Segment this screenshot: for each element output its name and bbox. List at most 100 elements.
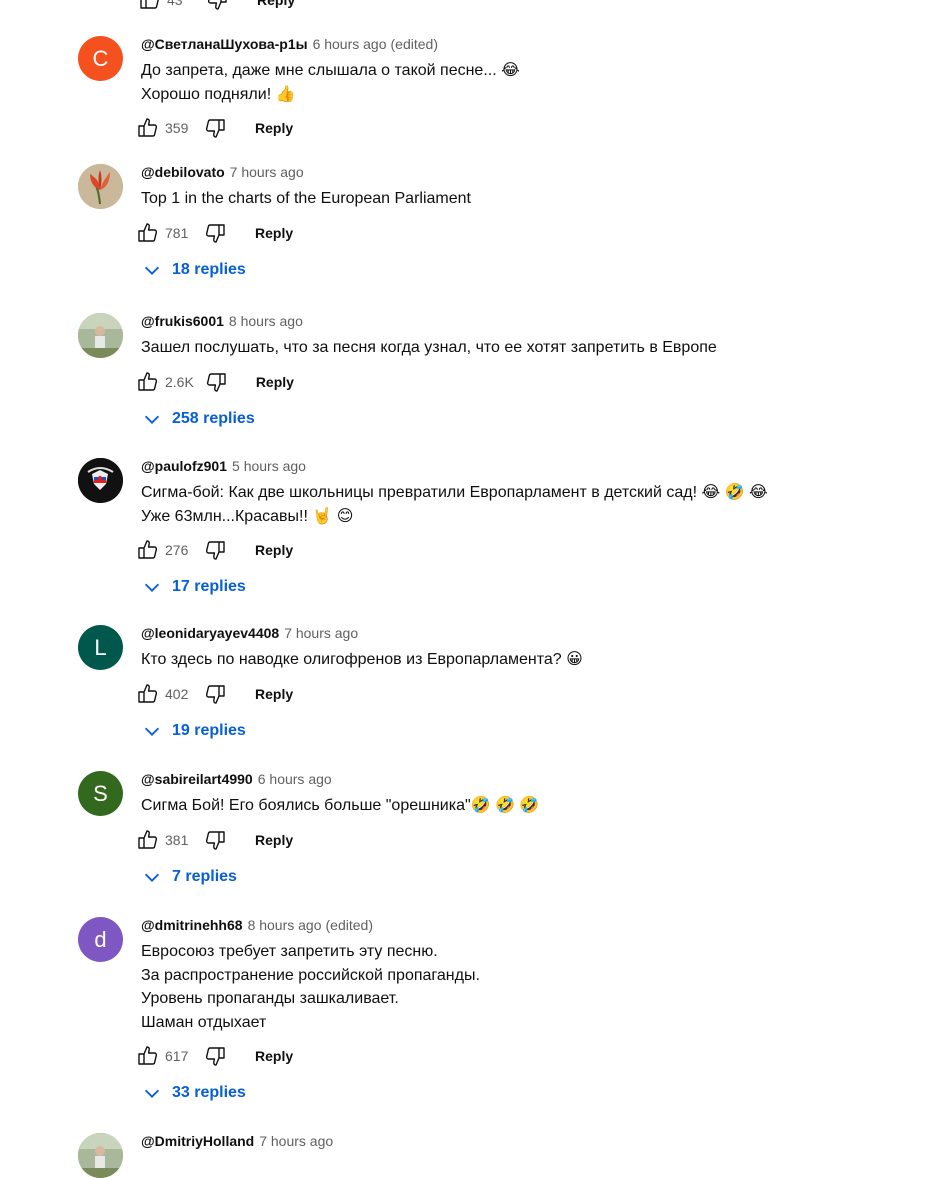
- avatar[interactable]: [78, 458, 123, 503]
- view-replies-button[interactable]: 7 replies: [141, 863, 908, 891]
- like-icon[interactable]: [138, 0, 162, 12]
- like-count: 359: [165, 120, 189, 136]
- dislike-icon[interactable]: [203, 221, 227, 245]
- comment-author[interactable]: @paulofz901: [141, 458, 227, 474]
- comment-actions: 381 Reply: [136, 828, 908, 852]
- comment-actions: 2.6K Reply: [136, 370, 908, 394]
- comment-text-line: Сигма-бой: Как две школьницы превратили …: [141, 484, 768, 501]
- replies-count: 17 replies: [172, 578, 246, 595]
- comment-timestamp[interactable]: 7 hours ago: [230, 164, 304, 180]
- reply-button[interactable]: Reply: [255, 120, 293, 136]
- comment-timestamp[interactable]: 7 hours ago: [284, 625, 358, 641]
- comment-timestamp[interactable]: 6 hours ago: [313, 36, 387, 52]
- replies-count: 18 replies: [172, 260, 246, 278]
- avatar[interactable]: [78, 164, 123, 209]
- replies-count: 7 replies: [172, 867, 237, 885]
- dislike-icon[interactable]: [203, 1044, 227, 1068]
- avatar[interactable]: [78, 313, 123, 358]
- comment-author[interactable]: @DmitriyHolland: [141, 1133, 254, 1149]
- like-count: 781: [165, 224, 189, 241]
- like-icon[interactable]: [136, 828, 160, 852]
- like-icon[interactable]: [136, 116, 160, 140]
- replies-count: 258 replies: [172, 409, 255, 427]
- view-replies-button[interactable]: 17 replies: [141, 573, 908, 601]
- chevron-down-icon: [141, 720, 163, 742]
- like-icon[interactable]: [136, 1044, 160, 1068]
- reply-button[interactable]: Reply: [255, 1048, 293, 1064]
- comment-text-line: За распространение российской пропаганды…: [141, 966, 480, 984]
- dislike-icon[interactable]: [203, 682, 227, 706]
- reply-button[interactable]: Reply: [255, 542, 293, 558]
- replies-count: 19 replies: [172, 721, 246, 739]
- replies-count: 33 replies: [172, 1084, 246, 1101]
- comment-text-line: Уже 63млн...Красавы!! 🤘 😊: [141, 507, 354, 525]
- comment-timestamp[interactable]: 5 hours ago: [232, 458, 306, 474]
- view-replies-button[interactable]: 19 replies: [141, 717, 908, 745]
- dislike-icon[interactable]: [203, 538, 227, 562]
- comment-timestamp[interactable]: 6 hours ago: [258, 771, 332, 787]
- comment-text-line: Евросоюз требует запретить эту песню.: [141, 943, 438, 960]
- avatar[interactable]: L: [78, 625, 123, 670]
- comment-text: Сигма-бой: Как две школьницы превратили …: [141, 481, 908, 528]
- chevron-down-icon: [141, 408, 163, 430]
- view-replies-button[interactable]: 258 replies: [141, 405, 908, 433]
- like-count: 276: [165, 542, 189, 558]
- like-count: 402: [165, 685, 189, 702]
- reply-button[interactable]: Reply: [257, 0, 295, 8]
- comment-text-line: Сигма Бой! Его боялись больше "орешника"…: [141, 797, 540, 814]
- comment-timestamp[interactable]: 8 hours ago: [229, 313, 303, 329]
- comment-text-line: Зашел послушать, что за песня когда узна…: [141, 339, 717, 356]
- reply-button[interactable]: Reply: [256, 374, 294, 390]
- comment-text-line: Хорошо подняли! 👍: [141, 85, 296, 103]
- comment-text: Сигма Бой! Его боялись больше "орешника"…: [141, 794, 908, 818]
- comment-author[interactable]: @leonidaryayev4408: [141, 625, 279, 641]
- edited-label: (edited): [325, 917, 373, 933]
- dislike-icon[interactable]: [203, 828, 227, 852]
- comment-text-line: Кто здесь по наводке олигофренов из Евро…: [141, 651, 583, 668]
- comment-text: Зашел послушать, что за песня когда узна…: [141, 336, 908, 360]
- comment-text: Кто здесь по наводке олигофренов из Евро…: [141, 648, 908, 672]
- avatar[interactable]: d: [78, 917, 123, 962]
- like-count: 2.6K: [165, 373, 194, 390]
- comment-actions: 617 Reply: [136, 1044, 908, 1068]
- comment-text-line: Шаман отдыхает: [141, 1013, 267, 1031]
- comment-timestamp[interactable]: 7 hours ago: [259, 1133, 333, 1149]
- comment-author[interactable]: @СветланаШухова-р1ы: [141, 36, 308, 52]
- dislike-icon[interactable]: [203, 116, 227, 140]
- avatar[interactable]: [78, 1133, 123, 1178]
- like-icon[interactable]: [136, 221, 160, 245]
- comment-author[interactable]: @sabireilart4990: [141, 771, 253, 787]
- comment-text-line: До запрета, даже мне слышала о такой пес…: [141, 62, 520, 79]
- reply-button[interactable]: Reply: [255, 832, 293, 848]
- chevron-down-icon: [141, 576, 163, 598]
- comment-actions: 276 Reply: [136, 538, 908, 562]
- comment-text: До запрета, даже мне слышала о такой пес…: [141, 59, 908, 106]
- like-icon[interactable]: [136, 370, 160, 394]
- chevron-down-icon: [141, 259, 163, 281]
- reply-button[interactable]: Reply: [255, 225, 293, 241]
- dislike-icon[interactable]: [204, 370, 228, 394]
- comment-actions: 402 Reply: [136, 682, 908, 706]
- like-icon[interactable]: [136, 682, 160, 706]
- comment-actions-partial: 43 Reply: [138, 0, 295, 12]
- comment-author[interactable]: @frukis6001: [141, 313, 224, 329]
- avatar[interactable]: С: [78, 36, 123, 81]
- avatar[interactable]: S: [78, 771, 123, 816]
- chevron-down-icon: [141, 1082, 163, 1104]
- comment-author[interactable]: @dmitrinehh68: [141, 917, 243, 933]
- comment-actions: 359 Reply: [136, 116, 908, 140]
- chevron-down-icon: [141, 866, 163, 888]
- comment-text: Евросоюз требует запретить эту песню. За …: [141, 940, 908, 1034]
- comment-text-line: Top 1 in the charts of the European Parl…: [141, 190, 471, 207]
- comment-actions: 781 Reply: [136, 221, 908, 245]
- comment-timestamp[interactable]: 8 hours ago: [248, 917, 322, 933]
- reply-button[interactable]: Reply: [255, 686, 293, 702]
- like-icon[interactable]: [136, 538, 160, 562]
- like-count: 43: [167, 0, 183, 8]
- view-replies-button[interactable]: 18 replies: [141, 256, 908, 284]
- comment-author[interactable]: @debilovato: [141, 164, 225, 180]
- like-count: 381: [165, 831, 189, 848]
- view-replies-button[interactable]: 33 replies: [141, 1079, 908, 1107]
- dislike-icon[interactable]: [205, 0, 229, 12]
- comment-text-line: Уровень пропаганды зашкаливает.: [141, 990, 399, 1007]
